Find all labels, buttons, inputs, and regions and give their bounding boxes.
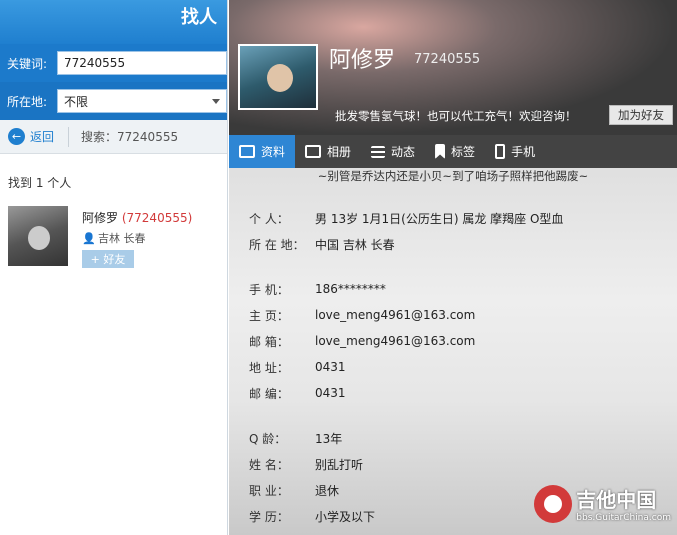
add-friend-button[interactable]: 加为好友 (609, 105, 673, 125)
search-summary: 搜索：77240555 (81, 130, 179, 144)
search-header: 找人 (0, 0, 227, 44)
location-value: 不限 (64, 94, 89, 109)
detail-row: 地 址： 0431 (249, 360, 346, 375)
list-item[interactable]: 阿修罗 (77240555) 👤 吉林 长春 + 好友 (8, 206, 192, 268)
detail-row: 职 业： 退休 (249, 483, 340, 498)
back-arrow-icon: ← (8, 128, 25, 145)
tab-feed[interactable]: 动态 (361, 135, 425, 168)
album-icon (305, 145, 322, 158)
profile-signature: 批发零售氢气球！也可以代工充气！欢迎咨询！ (335, 109, 577, 123)
detail-row: Q 龄： 13年 (249, 431, 343, 446)
location-label: 所在地: (7, 94, 48, 109)
tab-profile[interactable]: 资料 (229, 135, 296, 168)
profile-banner: 阿修罗 77240555 批发零售氢气球！也可以代工充气！欢迎咨询！ 加为好友 (229, 0, 677, 135)
person-icon: 👤 (82, 232, 96, 245)
bookmark-icon (435, 144, 446, 159)
search-title: 找人 (181, 7, 217, 28)
profile-qq: 77240555 (414, 52, 481, 67)
search-panel: 找人 关键词: 77240555 所在地: 不限 ← 返回 搜索：7724055… (0, 0, 228, 535)
tab-album[interactable]: 相册 (295, 135, 361, 168)
keyword-label: 关键词: (7, 56, 48, 71)
detail-row: 所 在 地： 中国 吉林 长春 (249, 237, 395, 252)
profile-nickname: 阿修罗 (329, 48, 396, 73)
result-qq: (77240555) (121, 211, 193, 225)
back-label: 返回 (30, 130, 55, 144)
detail-row: 主 页： love_meng4961@163.com (249, 308, 476, 323)
chevron-down-icon (212, 99, 220, 104)
tab-tags[interactable]: 标签 (425, 135, 485, 168)
result-name[interactable]: 阿修罗 (77240555) (82, 209, 192, 226)
profile-tabs: 资料 相册 动态 标签 手机 (229, 135, 677, 168)
location-row: 所在地: 不限 (0, 82, 227, 120)
found-count: 找到 1 个人 (8, 176, 72, 190)
keyword-value: 77240555 (64, 56, 126, 70)
result-toolbar: ← 返回 搜索：77240555 (0, 120, 227, 154)
profile-avatar[interactable] (238, 44, 318, 110)
detail-row: 邮 编： 0431 (249, 386, 346, 401)
tab-phone[interactable]: 手机 (485, 135, 545, 168)
guitar-logo-icon (534, 484, 573, 523)
profile-motto: ~别管是乔达内还是小贝~到了咱场子照样把他踢废~ (317, 169, 589, 183)
result-location: 👤 吉林 长春 (82, 232, 146, 245)
profile-card-icon (239, 145, 255, 158)
detail-row: 手 机： 186******** (249, 282, 386, 297)
phone-icon (495, 144, 506, 159)
detail-row: 个 人：男 13岁 1月1日(公历生日) 属龙 摩羯座 O型血 (249, 211, 564, 226)
detail-row: 姓 名： 别乱打听 (249, 457, 364, 472)
detail-row: 邮 箱： love_meng4961@163.com (249, 334, 476, 349)
list-icon (371, 145, 386, 158)
avatar[interactable] (8, 206, 68, 266)
location-select[interactable]: 不限 (57, 89, 227, 113)
add-friend-small-button[interactable]: + 好友 (82, 250, 134, 268)
keyword-input[interactable]: 77240555 (57, 51, 227, 75)
profile-details: 个 人：男 13岁 1月1日(公历生日) 属龙 摩羯座 O型血 所 在 地： 中国… (249, 205, 563, 529)
profile-panel: 阿修罗 77240555 批发零售氢气球！也可以代工充气！欢迎咨询！ 加为好友 … (229, 0, 677, 535)
back-button[interactable]: ← 返回 (8, 126, 70, 147)
detail-row: 学 历： 小学及以下 (249, 509, 376, 524)
keyword-row: 关键词: 77240555 (0, 44, 227, 82)
watermark-logo: 吉他中国 bbs.GuitarChina.com (534, 484, 671, 523)
